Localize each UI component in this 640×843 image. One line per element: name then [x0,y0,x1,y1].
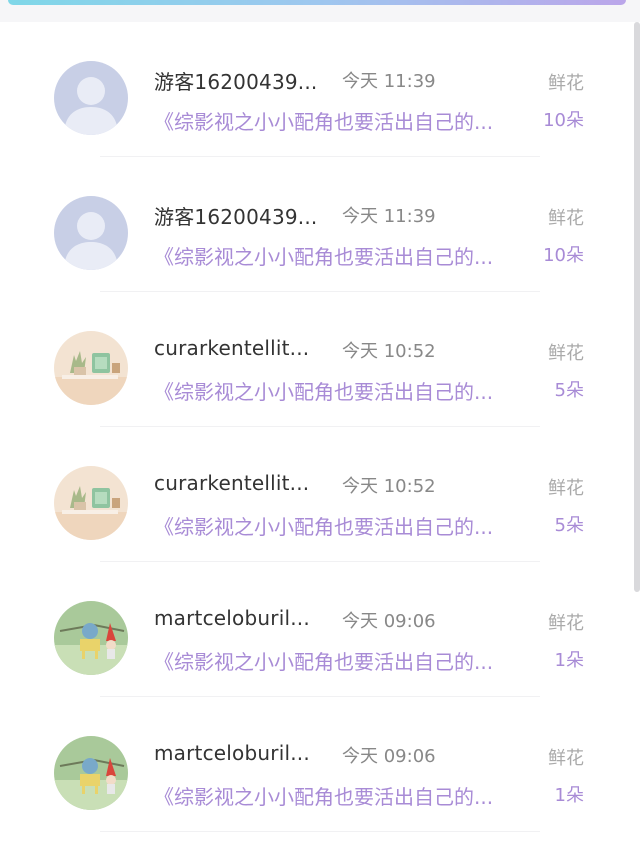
photo-plants-avatar-icon[interactable] [54,466,128,540]
gift-count: 10朵 [543,245,584,266]
list-item[interactable]: curarkentellit... 今天 10:52 《综影视之小小配角也要活出… [0,292,640,427]
user-name: 游客16200439... [154,205,318,229]
gift-type-label: 鲜花 [548,73,584,94]
timestamp: 今天 11:39 [342,206,436,227]
user-name: martceloburil... [154,606,310,630]
timestamp: 今天 09:06 [342,746,436,767]
gift-type-label: 鲜花 [548,478,584,499]
top-bar [0,0,640,22]
gift-record-list: 游客16200439... 今天 11:39 《综影视之小小配角也要活出自己的.… [0,22,640,832]
user-name: curarkentellit... [154,471,310,495]
book-title-link[interactable]: 《综影视之小小配角也要活出自己的... [154,646,493,675]
photo-gnome-avatar-icon[interactable] [54,736,128,810]
book-title-link[interactable]: 《综影视之小小配角也要活出自己的... [154,781,493,810]
user-name: 游客16200439... [154,70,318,94]
timestamp: 今天 10:52 [342,341,436,362]
book-title-link[interactable]: 《综影视之小小配角也要活出自己的... [154,511,493,540]
photo-gnome-avatar-icon[interactable] [54,601,128,675]
list-item[interactable]: curarkentellit... 今天 10:52 《综影视之小小配角也要活出… [0,427,640,562]
gift-type-label: 鲜花 [548,613,584,634]
row-divider [100,831,540,832]
user-name: curarkentellit... [154,336,310,360]
list-item[interactable]: 游客16200439... 今天 11:39 《综影视之小小配角也要活出自己的.… [0,157,640,292]
photo-plants-avatar-icon[interactable] [54,331,128,405]
gift-type-label: 鲜花 [548,208,584,229]
gift-count: 1朵 [554,650,584,671]
list-item[interactable]: martceloburil... 今天 09:06 《综影视之小小配角也要活出自… [0,697,640,832]
list-item[interactable]: martceloburil... 今天 09:06 《综影视之小小配角也要活出自… [0,562,640,697]
book-title-link[interactable]: 《综影视之小小配角也要活出自己的... [154,376,493,405]
gift-count: 1朵 [554,785,584,806]
list-item[interactable]: 游客16200439... 今天 11:39 《综影视之小小配角也要活出自己的.… [0,22,640,157]
gift-count: 10朵 [543,110,584,131]
timestamp: 今天 10:52 [342,476,436,497]
gift-type-label: 鲜花 [548,343,584,364]
gift-count: 5朵 [554,380,584,401]
gift-count: 5朵 [554,515,584,536]
book-title-link[interactable]: 《综影视之小小配角也要活出自己的... [154,241,493,270]
default-user-avatar-icon[interactable] [54,196,128,270]
scrollbar[interactable] [634,22,640,592]
default-user-avatar-icon[interactable] [54,61,128,135]
user-name: martceloburil... [154,741,310,765]
gift-type-label: 鲜花 [548,748,584,769]
book-title-link[interactable]: 《综影视之小小配角也要活出自己的... [154,106,493,135]
timestamp: 今天 09:06 [342,611,436,632]
timestamp: 今天 11:39 [342,71,436,92]
top-gradient-strip [8,0,626,5]
